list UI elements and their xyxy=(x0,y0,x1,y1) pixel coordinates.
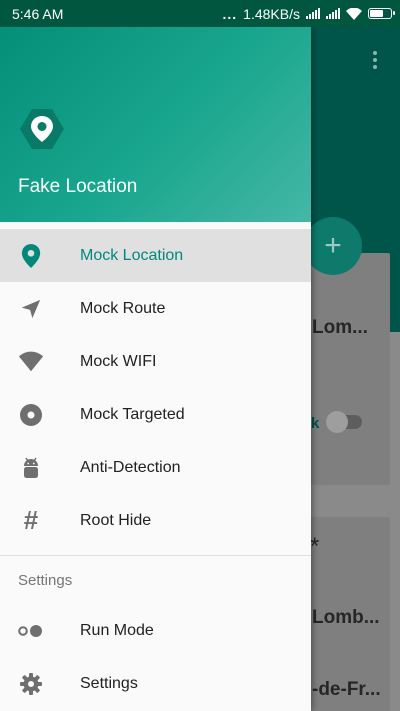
menu-item-mock-wifi[interactable]: Mock WIFI xyxy=(0,335,311,388)
drawer-header: Fake Location xyxy=(0,27,311,222)
status-indicators: ... 1.48KB/s xyxy=(222,5,395,22)
menu-item-label: Mock WIFI xyxy=(80,352,157,370)
menu-item-mock-route[interactable]: Mock Route xyxy=(0,282,311,335)
wifi-icon xyxy=(18,349,44,375)
app-logo-icon xyxy=(20,109,64,149)
map-pin-icon xyxy=(18,243,44,269)
menu-item-label: Mock Targeted xyxy=(80,405,185,423)
card-symbol: * xyxy=(310,533,320,560)
drawer-menu: Mock Location Mock Route Mock WIFI Mock … xyxy=(0,229,311,547)
target-disc-icon xyxy=(18,402,44,428)
card-line-fragment: -de-Fr... xyxy=(312,679,381,700)
signal-icon-2 xyxy=(326,8,340,19)
navigation-drawer: Fake Location Mock Location Mock Route M… xyxy=(0,27,311,711)
menu-item-label: Run Mode xyxy=(80,621,154,639)
menu-item-mock-location[interactable]: Mock Location xyxy=(0,229,311,282)
status-bar: 5:46 AM ... 1.48KB/s xyxy=(0,0,400,27)
toggle-dots-icon xyxy=(18,618,44,644)
menu-item-label: Settings xyxy=(80,674,138,692)
menu-item-label: Root Hide xyxy=(80,511,152,529)
hash-icon: # xyxy=(23,505,39,535)
signal-icon xyxy=(306,8,320,19)
menu-item-label: Mock Location xyxy=(80,246,184,264)
add-fab-button[interactable]: + xyxy=(304,217,362,275)
gear-icon xyxy=(18,671,44,697)
android-icon xyxy=(18,455,44,481)
menu-item-anti-detection[interactable]: Anti-Detection xyxy=(0,441,311,494)
menu-item-label: Mock Route xyxy=(80,299,166,317)
card-line-fragment: Lomb... xyxy=(312,607,380,628)
more-options-icon[interactable] xyxy=(372,51,378,69)
card-toggle-switch[interactable] xyxy=(326,411,362,433)
status-time: 5:46 AM xyxy=(12,5,64,22)
network-speed: 1.48KB/s xyxy=(243,5,300,22)
notification-dots: ... xyxy=(222,5,238,22)
menu-item-settings[interactable]: Settings xyxy=(0,657,311,710)
battery-icon xyxy=(368,8,395,19)
menu-item-mock-targeted[interactable]: Mock Targeted xyxy=(0,388,311,441)
menu-item-run-mode[interactable]: Run Mode xyxy=(0,604,311,657)
menu-item-root-hide[interactable]: # Root Hide xyxy=(0,494,311,547)
app-title: Fake Location xyxy=(18,176,138,197)
card-title-fragment: Lom... xyxy=(312,317,368,338)
card-toggle-label-fragment: k xyxy=(311,415,320,432)
menu-item-label: Anti-Detection xyxy=(80,458,181,476)
navigation-arrow-icon xyxy=(18,296,44,322)
wifi-status-icon xyxy=(346,7,362,20)
settings-section-title: Settings xyxy=(18,571,73,589)
